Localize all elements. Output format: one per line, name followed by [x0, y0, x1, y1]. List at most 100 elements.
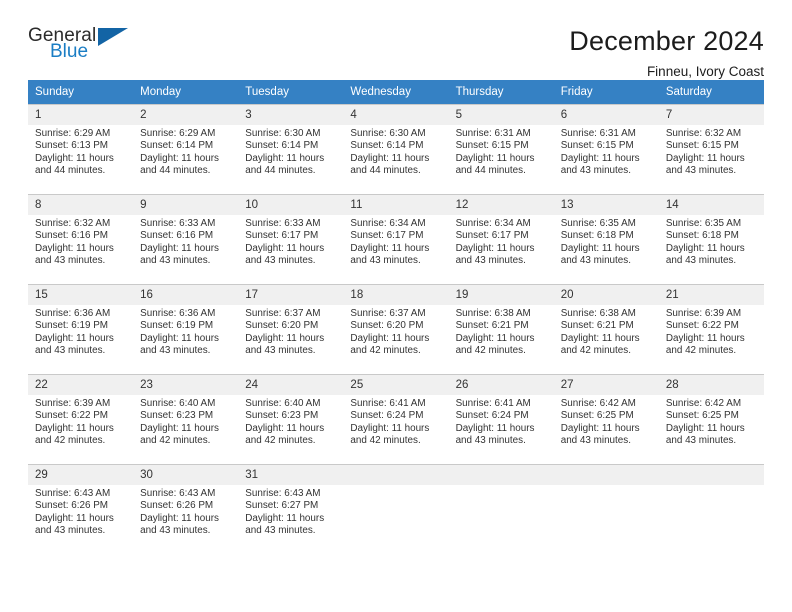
daylight-text-line2: and 43 minutes.: [35, 345, 106, 357]
sunset-text: Sunset: 6:16 PM: [140, 230, 214, 242]
day-details: Sunrise: 6:37 AM Sunset: 6:20 PM Daylight:…: [238, 305, 343, 358]
calendar-cell: 29 Sunrise: 6:43 AM Sunset: 6:26 PM Dayligh…: [28, 464, 134, 554]
calendar-cell: 10 Sunrise: 6:33 AM Sunset: 6:17 PM Dayligh…: [238, 194, 344, 284]
sunset-text: Sunset: 6:23 PM: [245, 410, 319, 422]
daylight-text-line2: and 43 minutes.: [245, 525, 316, 537]
calendar-cell: 12 Sunrise: 6:34 AM Sunset: 6:17 PM Dayligh…: [448, 194, 554, 284]
daylight-text-line1: Daylight: 11 hours: [665, 152, 745, 164]
calendar-day[interactable]: 21 Sunrise: 6:39 AM Sunset: 6:22 PM Dayligh…: [658, 284, 764, 374]
title-block: December 2024 Finneu, Ivory Coast: [569, 26, 764, 80]
calendar-day[interactable]: 10 Sunrise: 6:33 AM Sunset: 6:17 PM Dayligh…: [238, 194, 344, 284]
calendar-day[interactable]: 24 Sunrise: 6:40 AM Sunset: 6:23 PM Dayligh…: [238, 374, 344, 464]
day-number: 28: [658, 375, 764, 395]
daylight-text-line1: Daylight: 11 hours: [140, 512, 219, 524]
daylight-text-line1: Daylight: 11 hours: [140, 152, 219, 164]
sunset-text: Sunset: 6:24 PM: [455, 410, 529, 422]
calendar-day[interactable]: 26 Sunrise: 6:41 AM Sunset: 6:24 PM Dayligh…: [448, 374, 554, 464]
calendar-cell: 31 Sunrise: 6:43 AM Sunset: 6:27 PM Dayligh…: [238, 464, 344, 554]
daylight-text-line2: and 43 minutes.: [665, 435, 737, 447]
day-details: Sunrise: 6:32 AM Sunset: 6:15 PM Daylight:…: [659, 125, 764, 178]
sunset-text: Sunset: 6:25 PM: [665, 410, 739, 422]
calendar-day[interactable]: 15 Sunrise: 6:36 AM Sunset: 6:19 PM Dayligh…: [28, 284, 134, 374]
calendar-day[interactable]: 14 Sunrise: 6:35 AM Sunset: 6:18 PM Dayligh…: [658, 194, 764, 284]
daylight-text-line2: and 43 minutes.: [350, 255, 421, 267]
sunset-text: Sunset: 6:20 PM: [350, 320, 424, 332]
calendar-page: General Blue December 2024 Finneu, Ivory…: [0, 0, 792, 612]
calendar-day[interactable]: 9 Sunrise: 6:33 AM Sunset: 6:16 PM Daylight…: [133, 194, 239, 284]
calendar-day[interactable]: 4 Sunrise: 6:30 AM Sunset: 6:14 PM Daylight…: [343, 104, 449, 194]
sunrise-text: Sunrise: 6:35 AM: [665, 218, 742, 229]
calendar-cell: 4 Sunrise: 6:30 AM Sunset: 6:14 PM Daylight…: [343, 104, 449, 194]
daylight-text-line2: and 43 minutes.: [245, 255, 316, 267]
calendar-day[interactable]: 8 Sunrise: 6:32 AM Sunset: 6:16 PM Daylight…: [28, 194, 134, 284]
daylight-text-line2: and 44 minutes.: [350, 165, 421, 177]
daylight-text-line1: Daylight: 11 hours: [245, 422, 325, 434]
day-number: 30: [133, 465, 239, 485]
calendar-day[interactable]: 28 Sunrise: 6:42 AM Sunset: 6:25 PM Dayligh…: [658, 374, 764, 464]
calendar-cell: 9 Sunrise: 6:33 AM Sunset: 6:16 PM Daylight…: [133, 194, 239, 284]
day-details: Sunrise: 6:35 AM Sunset: 6:18 PM Daylight:…: [659, 215, 764, 268]
day-number: 10: [238, 195, 344, 215]
calendar-day[interactable]: 18 Sunrise: 6:37 AM Sunset: 6:20 PM Dayligh…: [343, 284, 449, 374]
daylight-text-line1: Daylight: 11 hours: [140, 242, 219, 254]
sunset-text: Sunset: 6:15 PM: [665, 140, 739, 152]
day-details: Sunrise: 6:34 AM Sunset: 6:17 PM Daylight:…: [343, 215, 448, 268]
sunset-text: Sunset: 6:26 PM: [35, 500, 109, 512]
calendar-day[interactable]: 2 Sunrise: 6:29 AM Sunset: 6:14 PM Daylight…: [133, 104, 239, 194]
day-number: [343, 465, 449, 485]
sunrise-text: Sunrise: 6:38 AM: [560, 308, 636, 319]
sunset-text: Sunset: 6:18 PM: [560, 230, 634, 242]
sunset-text: Sunset: 6:15 PM: [560, 140, 634, 152]
daylight-text-line2: and 43 minutes.: [245, 345, 316, 357]
daylight-text-line2: and 42 minutes.: [35, 435, 106, 447]
calendar-day[interactable]: 13 Sunrise: 6:35 AM Sunset: 6:18 PM Dayligh…: [553, 194, 659, 284]
calendar-day[interactable]: 16 Sunrise: 6:36 AM Sunset: 6:19 PM Dayligh…: [133, 284, 239, 374]
sunrise-text: Sunrise: 6:30 AM: [350, 128, 426, 139]
calendar-day[interactable]: 22 Sunrise: 6:39 AM Sunset: 6:22 PM Dayligh…: [28, 374, 134, 464]
sunset-text: Sunset: 6:21 PM: [455, 320, 529, 332]
calendar-day[interactable]: 6 Sunrise: 6:31 AM Sunset: 6:15 PM Daylight…: [553, 104, 659, 194]
daylight-text-line1: Daylight: 11 hours: [35, 332, 114, 344]
calendar-cell: 24 Sunrise: 6:40 AM Sunset: 6:23 PM Dayligh…: [238, 374, 344, 464]
calendar-day[interactable]: 31 Sunrise: 6:43 AM Sunset: 6:27 PM Dayligh…: [238, 464, 344, 554]
calendar-day[interactable]: 11 Sunrise: 6:34 AM Sunset: 6:17 PM Dayligh…: [343, 194, 449, 284]
calendar-day[interactable]: 23 Sunrise: 6:40 AM Sunset: 6:23 PM Dayligh…: [133, 374, 239, 464]
daylight-text-line1: Daylight: 11 hours: [350, 422, 430, 434]
day-number: 26: [448, 375, 554, 395]
day-details: Sunrise: 6:38 AM Sunset: 6:21 PM Daylight:…: [554, 305, 659, 358]
calendar-cell: [343, 464, 449, 554]
calendar-day-empty: [448, 464, 554, 554]
calendar-day[interactable]: 17 Sunrise: 6:37 AM Sunset: 6:20 PM Dayligh…: [238, 284, 344, 374]
generalblue-logo[interactable]: General Blue: [28, 26, 138, 72]
calendar-day[interactable]: 5 Sunrise: 6:31 AM Sunset: 6:15 PM Daylight…: [448, 104, 554, 194]
daylight-text-line2: and 43 minutes.: [140, 255, 211, 267]
day-details: Sunrise: 6:33 AM Sunset: 6:17 PM Daylight:…: [238, 215, 343, 268]
calendar-day[interactable]: 25 Sunrise: 6:41 AM Sunset: 6:24 PM Dayligh…: [343, 374, 449, 464]
weekday-header-thursday: Thursday: [448, 80, 554, 104]
sunset-text: Sunset: 6:23 PM: [140, 410, 214, 422]
calendar-day[interactable]: 12 Sunrise: 6:34 AM Sunset: 6:17 PM Dayligh…: [448, 194, 554, 284]
calendar-day[interactable]: 27 Sunrise: 6:42 AM Sunset: 6:25 PM Dayligh…: [553, 374, 659, 464]
daylight-text-line2: and 43 minutes.: [455, 435, 526, 447]
day-number: 14: [658, 195, 764, 215]
calendar-day[interactable]: 30 Sunrise: 6:43 AM Sunset: 6:26 PM Dayligh…: [133, 464, 239, 554]
sunrise-text: Sunrise: 6:36 AM: [140, 308, 216, 319]
calendar-day[interactable]: 3 Sunrise: 6:30 AM Sunset: 6:14 PM Daylight…: [238, 104, 344, 194]
calendar-day[interactable]: 20 Sunrise: 6:38 AM Sunset: 6:21 PM Dayligh…: [553, 284, 659, 374]
day-number: 6: [553, 105, 659, 125]
day-details: Sunrise: 6:39 AM Sunset: 6:22 PM Daylight:…: [28, 395, 133, 448]
calendar-day[interactable]: 19 Sunrise: 6:38 AM Sunset: 6:21 PM Dayligh…: [448, 284, 554, 374]
daylight-text-line2: and 42 minutes.: [140, 435, 211, 447]
calendar-cell: 21 Sunrise: 6:39 AM Sunset: 6:22 PM Dayligh…: [658, 284, 764, 374]
calendar-week-row: 8 Sunrise: 6:32 AM Sunset: 6:16 PM Daylight…: [28, 194, 764, 284]
calendar-day[interactable]: 7 Sunrise: 6:32 AM Sunset: 6:15 PM Daylight…: [658, 104, 764, 194]
daylight-text-line1: Daylight: 11 hours: [665, 422, 745, 434]
calendar-cell: [658, 464, 764, 554]
sunset-text: Sunset: 6:19 PM: [35, 320, 109, 332]
calendar-day[interactable]: 1 Sunrise: 6:29 AM Sunset: 6:13 PM Daylight…: [28, 104, 134, 194]
sunrise-text: Sunrise: 6:29 AM: [140, 128, 216, 139]
calendar-week-row: 22 Sunrise: 6:39 AM Sunset: 6:22 PM Dayligh…: [28, 374, 764, 464]
daylight-text-line1: Daylight: 11 hours: [245, 512, 325, 524]
daylight-text-line2: and 42 minutes.: [350, 345, 421, 357]
calendar-day[interactable]: 29 Sunrise: 6:43 AM Sunset: 6:26 PM Dayligh…: [28, 464, 134, 554]
